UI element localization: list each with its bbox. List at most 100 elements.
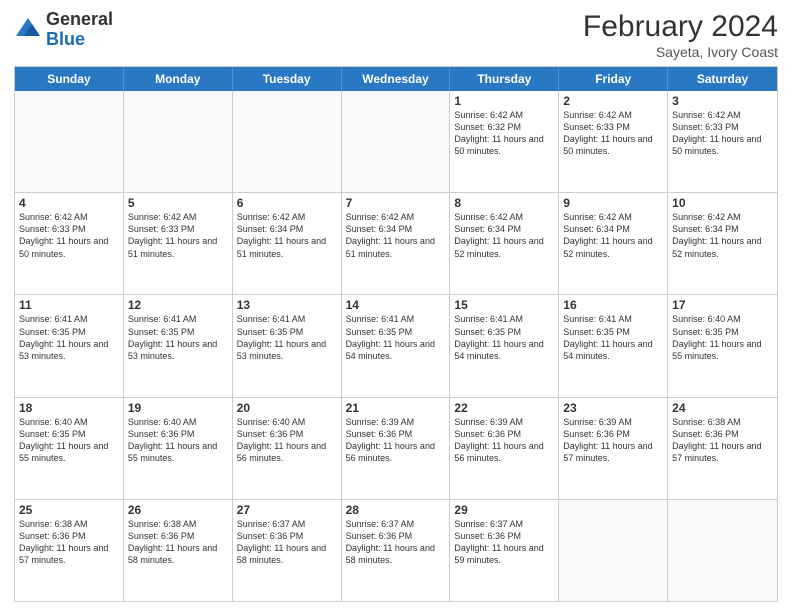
- cell-info: Sunrise: 6:40 AM Sunset: 6:36 PM Dayligh…: [128, 416, 228, 465]
- cell-info: Sunrise: 6:40 AM Sunset: 6:35 PM Dayligh…: [672, 313, 773, 362]
- day-number: 17: [672, 298, 773, 312]
- cal-cell: 12Sunrise: 6:41 AM Sunset: 6:35 PM Dayli…: [124, 295, 233, 396]
- cell-info: Sunrise: 6:38 AM Sunset: 6:36 PM Dayligh…: [128, 518, 228, 567]
- cell-info: Sunrise: 6:42 AM Sunset: 6:33 PM Dayligh…: [128, 211, 228, 260]
- cal-row-4: 25Sunrise: 6:38 AM Sunset: 6:36 PM Dayli…: [15, 499, 777, 601]
- cal-cell: 24Sunrise: 6:38 AM Sunset: 6:36 PM Dayli…: [668, 398, 777, 499]
- cell-info: Sunrise: 6:39 AM Sunset: 6:36 PM Dayligh…: [346, 416, 446, 465]
- logo-text: General Blue: [46, 10, 113, 50]
- cell-info: Sunrise: 6:41 AM Sunset: 6:35 PM Dayligh…: [128, 313, 228, 362]
- header: General Blue February 2024 Sayeta, Ivory…: [14, 10, 778, 60]
- cell-info: Sunrise: 6:42 AM Sunset: 6:34 PM Dayligh…: [454, 211, 554, 260]
- cell-info: Sunrise: 6:42 AM Sunset: 6:33 PM Dayligh…: [563, 109, 663, 158]
- header-day-tuesday: Tuesday: [233, 67, 342, 91]
- day-number: 11: [19, 298, 119, 312]
- day-number: 20: [237, 401, 337, 415]
- page: General Blue February 2024 Sayeta, Ivory…: [0, 0, 792, 612]
- header-day-saturday: Saturday: [668, 67, 777, 91]
- cal-cell: [559, 500, 668, 601]
- cal-cell: 19Sunrise: 6:40 AM Sunset: 6:36 PM Dayli…: [124, 398, 233, 499]
- cal-cell: 5Sunrise: 6:42 AM Sunset: 6:33 PM Daylig…: [124, 193, 233, 294]
- cal-cell: 21Sunrise: 6:39 AM Sunset: 6:36 PM Dayli…: [342, 398, 451, 499]
- header-day-wednesday: Wednesday: [342, 67, 451, 91]
- cal-cell: 3Sunrise: 6:42 AM Sunset: 6:33 PM Daylig…: [668, 91, 777, 192]
- day-number: 12: [128, 298, 228, 312]
- cell-info: Sunrise: 6:42 AM Sunset: 6:34 PM Dayligh…: [346, 211, 446, 260]
- cell-info: Sunrise: 6:37 AM Sunset: 6:36 PM Dayligh…: [237, 518, 337, 567]
- cal-cell: 10Sunrise: 6:42 AM Sunset: 6:34 PM Dayli…: [668, 193, 777, 294]
- day-number: 5: [128, 196, 228, 210]
- cell-info: Sunrise: 6:42 AM Sunset: 6:34 PM Dayligh…: [237, 211, 337, 260]
- logo: General Blue: [14, 10, 113, 50]
- day-number: 14: [346, 298, 446, 312]
- cell-info: Sunrise: 6:41 AM Sunset: 6:35 PM Dayligh…: [563, 313, 663, 362]
- day-number: 16: [563, 298, 663, 312]
- cal-cell: [342, 91, 451, 192]
- cal-cell: 17Sunrise: 6:40 AM Sunset: 6:35 PM Dayli…: [668, 295, 777, 396]
- day-number: 9: [563, 196, 663, 210]
- logo-general: General: [46, 10, 113, 30]
- day-number: 18: [19, 401, 119, 415]
- cal-row-0: 1Sunrise: 6:42 AM Sunset: 6:32 PM Daylig…: [15, 91, 777, 192]
- cell-info: Sunrise: 6:39 AM Sunset: 6:36 PM Dayligh…: [454, 416, 554, 465]
- cal-cell: 28Sunrise: 6:37 AM Sunset: 6:36 PM Dayli…: [342, 500, 451, 601]
- cell-info: Sunrise: 6:42 AM Sunset: 6:33 PM Dayligh…: [672, 109, 773, 158]
- cal-cell: 16Sunrise: 6:41 AM Sunset: 6:35 PM Dayli…: [559, 295, 668, 396]
- day-number: 26: [128, 503, 228, 517]
- day-number: 4: [19, 196, 119, 210]
- cal-cell: 8Sunrise: 6:42 AM Sunset: 6:34 PM Daylig…: [450, 193, 559, 294]
- cal-cell: 15Sunrise: 6:41 AM Sunset: 6:35 PM Dayli…: [450, 295, 559, 396]
- cal-cell: 13Sunrise: 6:41 AM Sunset: 6:35 PM Dayli…: [233, 295, 342, 396]
- cal-cell: [15, 91, 124, 192]
- day-number: 3: [672, 94, 773, 108]
- cell-info: Sunrise: 6:41 AM Sunset: 6:35 PM Dayligh…: [237, 313, 337, 362]
- day-number: 19: [128, 401, 228, 415]
- logo-icon: [14, 16, 42, 44]
- cell-info: Sunrise: 6:42 AM Sunset: 6:32 PM Dayligh…: [454, 109, 554, 158]
- cell-info: Sunrise: 6:40 AM Sunset: 6:36 PM Dayligh…: [237, 416, 337, 465]
- day-number: 28: [346, 503, 446, 517]
- cell-info: Sunrise: 6:37 AM Sunset: 6:36 PM Dayligh…: [346, 518, 446, 567]
- cell-info: Sunrise: 6:42 AM Sunset: 6:33 PM Dayligh…: [19, 211, 119, 260]
- cal-cell: 18Sunrise: 6:40 AM Sunset: 6:35 PM Dayli…: [15, 398, 124, 499]
- day-number: 24: [672, 401, 773, 415]
- cal-cell: 26Sunrise: 6:38 AM Sunset: 6:36 PM Dayli…: [124, 500, 233, 601]
- cal-cell: 4Sunrise: 6:42 AM Sunset: 6:33 PM Daylig…: [15, 193, 124, 294]
- cal-row-1: 4Sunrise: 6:42 AM Sunset: 6:33 PM Daylig…: [15, 192, 777, 294]
- header-day-thursday: Thursday: [450, 67, 559, 91]
- cell-info: Sunrise: 6:41 AM Sunset: 6:35 PM Dayligh…: [454, 313, 554, 362]
- cal-cell: 7Sunrise: 6:42 AM Sunset: 6:34 PM Daylig…: [342, 193, 451, 294]
- cal-cell: 22Sunrise: 6:39 AM Sunset: 6:36 PM Dayli…: [450, 398, 559, 499]
- cal-row-2: 11 Sunrise: 6:41 AM Sunset: 6:35 PM Dayli…: [15, 294, 777, 396]
- day-number: 29: [454, 503, 554, 517]
- cell-info: Sunrise: 6:38 AM Sunset: 6:36 PM Dayligh…: [19, 518, 119, 567]
- month-title: February 2024: [583, 10, 778, 44]
- cal-cell: [233, 91, 342, 192]
- cal-cell: 29Sunrise: 6:37 AM Sunset: 6:36 PM Dayli…: [450, 500, 559, 601]
- day-number: 15: [454, 298, 554, 312]
- day-number: 22: [454, 401, 554, 415]
- day-number: 23: [563, 401, 663, 415]
- cell-info: Sunrise: 6:37 AM Sunset: 6:36 PM Dayligh…: [454, 518, 554, 567]
- calendar-body: 1Sunrise: 6:42 AM Sunset: 6:32 PM Daylig…: [15, 91, 777, 601]
- cal-cell: [668, 500, 777, 601]
- logo-blue: Blue: [46, 30, 113, 50]
- day-number: 2: [563, 94, 663, 108]
- cal-cell: 25Sunrise: 6:38 AM Sunset: 6:36 PM Dayli…: [15, 500, 124, 601]
- cell-info: Sunrise: 6:41 AM Sunset: 6:35 PM Dayligh…: [346, 313, 446, 362]
- calendar-header: SundayMondayTuesdayWednesdayThursdayFrid…: [15, 67, 777, 91]
- day-number: 25: [19, 503, 119, 517]
- cell-info: Sunrise: 6:39 AM Sunset: 6:36 PM Dayligh…: [563, 416, 663, 465]
- cal-cell: 9Sunrise: 6:42 AM Sunset: 6:34 PM Daylig…: [559, 193, 668, 294]
- cell-info: Sunrise: 6:40 AM Sunset: 6:35 PM Dayligh…: [19, 416, 119, 465]
- title-block: February 2024 Sayeta, Ivory Coast: [583, 10, 778, 60]
- day-number: 8: [454, 196, 554, 210]
- cal-cell: [124, 91, 233, 192]
- cal-row-3: 18Sunrise: 6:40 AM Sunset: 6:35 PM Dayli…: [15, 397, 777, 499]
- header-day-friday: Friday: [559, 67, 668, 91]
- day-number: 10: [672, 196, 773, 210]
- header-day-monday: Monday: [124, 67, 233, 91]
- cal-cell: 20Sunrise: 6:40 AM Sunset: 6:36 PM Dayli…: [233, 398, 342, 499]
- day-number: 27: [237, 503, 337, 517]
- cal-cell: 14Sunrise: 6:41 AM Sunset: 6:35 PM Dayli…: [342, 295, 451, 396]
